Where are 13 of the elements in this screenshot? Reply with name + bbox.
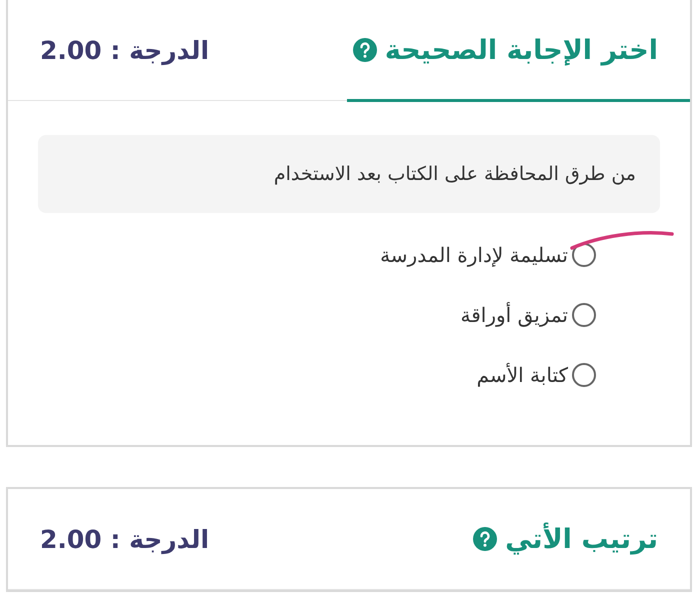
help-icon[interactable]: [352, 38, 377, 62]
option-label: تمزيق أوراقة: [460, 303, 568, 327]
question-text: من طرق المحافظة على الكتاب بعد الاستخدام: [38, 135, 660, 213]
help-icon[interactable]: [473, 527, 498, 551]
radio-button[interactable]: [572, 363, 596, 387]
score-label: الدرجة : 2.00: [40, 524, 210, 554]
radio-button[interactable]: [572, 303, 596, 327]
score-label: الدرجة : 2.00: [40, 36, 210, 64]
question-title: اختر الإجابة الصحيحة: [384, 34, 658, 66]
option-label: كتابة الأسم: [476, 363, 568, 387]
question-title: ترتيب الأتي: [505, 524, 658, 554]
option-label: تسليمة لإدارة المدرسة: [380, 243, 568, 267]
radio-button[interactable]: [572, 243, 596, 267]
